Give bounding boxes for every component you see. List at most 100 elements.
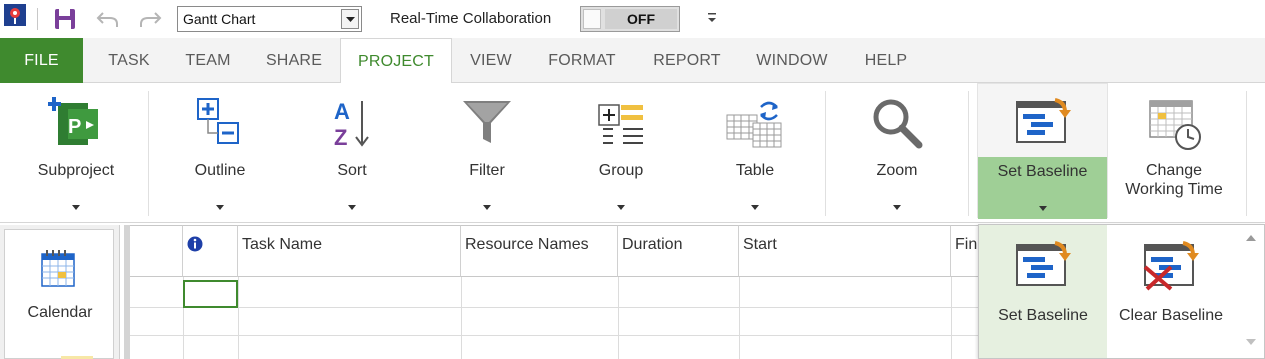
view-select-value: Gantt Chart bbox=[183, 11, 256, 27]
outline-button[interactable]: Outline bbox=[170, 83, 270, 218]
column-header-finish[interactable]: Fin bbox=[951, 225, 980, 277]
tab-format[interactable]: FORMAT bbox=[538, 38, 626, 83]
subproject-label: Subproject bbox=[37, 162, 115, 179]
selected-cell[interactable] bbox=[183, 280, 238, 308]
group-button[interactable]: Group bbox=[574, 83, 668, 218]
column-header-resource-names[interactable]: Resource Names bbox=[461, 225, 618, 277]
subproject-icon: P bbox=[48, 97, 98, 145]
ribbon-separator bbox=[968, 91, 969, 216]
collab-label: Real-Time Collaboration bbox=[390, 10, 552, 27]
table-label: Table bbox=[735, 162, 775, 179]
menu-item-clear-baseline-label: Clear Baseline bbox=[1118, 307, 1224, 324]
view-bar: Calendar bbox=[0, 225, 120, 359]
ribbon: P Subproject Outline A Z Sort Filter Gro… bbox=[0, 83, 1265, 223]
chevron-down-icon bbox=[72, 205, 80, 210]
table-icon bbox=[726, 101, 782, 148]
chevron-down-icon bbox=[1038, 206, 1047, 211]
column-header-start[interactable]: Start bbox=[739, 225, 951, 277]
svg-text:Z: Z bbox=[334, 125, 347, 150]
chevron-down-icon bbox=[617, 205, 625, 210]
outline-label: Outline bbox=[194, 162, 246, 179]
clear-baseline-icon bbox=[1143, 241, 1199, 291]
change-working-time-button[interactable]: Change Working Time bbox=[1112, 83, 1236, 218]
outline-icon bbox=[197, 98, 239, 144]
calendar-icon bbox=[41, 250, 75, 287]
qat-separator bbox=[37, 8, 38, 30]
save-icon[interactable] bbox=[52, 7, 78, 31]
customize-qat-icon[interactable] bbox=[705, 10, 719, 26]
redo-icon[interactable] bbox=[137, 7, 163, 31]
zoom-button[interactable]: Zoom bbox=[850, 83, 944, 218]
menu-item-clear-baseline[interactable]: Clear Baseline bbox=[1107, 225, 1235, 358]
set-baseline-icon bbox=[1015, 98, 1071, 143]
column-header-task-name[interactable]: Task Name bbox=[238, 225, 461, 277]
column-divider bbox=[461, 277, 462, 359]
collab-toggle[interactable]: OFF bbox=[580, 6, 680, 32]
sort-button[interactable]: A Z Sort bbox=[305, 83, 399, 218]
view-select-dropdown-button[interactable] bbox=[341, 9, 359, 29]
info-icon bbox=[187, 236, 203, 252]
svg-text:A: A bbox=[334, 99, 350, 124]
sort-icon: A Z bbox=[334, 99, 369, 150]
tab-view[interactable]: VIEW bbox=[462, 38, 520, 83]
sort-label: Sort bbox=[337, 162, 367, 179]
set-baseline-label: Set Baseline bbox=[997, 163, 1088, 180]
column-divider bbox=[739, 277, 740, 359]
filter-button[interactable]: Filter bbox=[440, 83, 534, 218]
chevron-down-icon bbox=[893, 205, 901, 210]
ribbon-separator bbox=[825, 91, 826, 216]
app-icon[interactable] bbox=[4, 4, 26, 26]
tab-help[interactable]: HELP bbox=[853, 38, 919, 83]
ribbon-tabs: FILE TASK TEAM SHARE PROJECT VIEW FORMAT… bbox=[0, 38, 1265, 84]
tab-share[interactable]: SHARE bbox=[256, 38, 332, 83]
group-icon bbox=[598, 104, 643, 144]
tab-file[interactable]: FILE bbox=[0, 38, 83, 83]
column-header-indicators[interactable] bbox=[183, 225, 238, 277]
row-divider bbox=[130, 307, 980, 308]
change-working-time-label: Change Working Time bbox=[1112, 161, 1236, 199]
tab-project[interactable]: PROJECT bbox=[340, 38, 452, 84]
group-label: Group bbox=[598, 162, 644, 179]
subproject-button[interactable]: P Subproject bbox=[22, 83, 130, 218]
view-select[interactable]: Gantt Chart bbox=[177, 6, 362, 32]
scroll-down-icon[interactable] bbox=[1246, 339, 1256, 345]
zoom-icon bbox=[873, 99, 923, 149]
chevron-down-icon bbox=[216, 205, 224, 210]
baseline-dropdown-menu: Set Baseline Clear Baseline bbox=[978, 224, 1265, 359]
change-working-time-label-line2: Working Time bbox=[1125, 181, 1223, 198]
chevron-down-icon bbox=[348, 205, 356, 210]
ribbon-separator bbox=[148, 91, 149, 216]
tab-task[interactable]: TASK bbox=[98, 38, 160, 83]
menu-item-set-baseline[interactable]: Set Baseline bbox=[979, 225, 1107, 358]
chevron-down-icon bbox=[751, 205, 759, 210]
table-button[interactable]: Table bbox=[708, 83, 802, 218]
set-baseline-button[interactable]: Set Baseline bbox=[977, 83, 1108, 219]
view-bar-list: Calendar bbox=[4, 229, 114, 359]
tab-report[interactable]: REPORT bbox=[642, 38, 732, 83]
set-baseline-icon bbox=[1016, 241, 1071, 286]
calendar-clock-icon bbox=[1149, 100, 1201, 150]
row-divider bbox=[130, 335, 980, 336]
scroll-up-icon[interactable] bbox=[1246, 235, 1256, 241]
task-sheet: Task Name Resource Names Duration Start … bbox=[120, 225, 980, 359]
change-working-time-label-line1: Change bbox=[1145, 162, 1203, 179]
chevron-down-icon bbox=[346, 17, 355, 22]
zoom-label: Zoom bbox=[876, 162, 918, 179]
chevron-down-icon bbox=[483, 205, 491, 210]
svg-text:P: P bbox=[68, 116, 81, 138]
ribbon-separator bbox=[1246, 91, 1247, 216]
calendar-label: Calendar bbox=[27, 304, 93, 321]
collab-toggle-knob bbox=[583, 9, 601, 29]
column-header-row-id[interactable] bbox=[130, 225, 183, 277]
undo-icon[interactable] bbox=[95, 7, 121, 31]
collab-toggle-state: OFF bbox=[605, 9, 677, 29]
column-divider bbox=[951, 277, 952, 359]
filter-label: Filter bbox=[469, 162, 505, 179]
tab-team[interactable]: TEAM bbox=[175, 38, 241, 83]
column-header-duration[interactable]: Duration bbox=[618, 225, 739, 277]
menu-item-set-baseline-label: Set Baseline bbox=[998, 307, 1088, 324]
tab-window[interactable]: WINDOW bbox=[748, 38, 836, 83]
quick-access-toolbar: Gantt Chart Real-Time Collaboration OFF bbox=[0, 0, 1265, 38]
column-divider bbox=[238, 277, 239, 359]
column-divider bbox=[618, 277, 619, 359]
